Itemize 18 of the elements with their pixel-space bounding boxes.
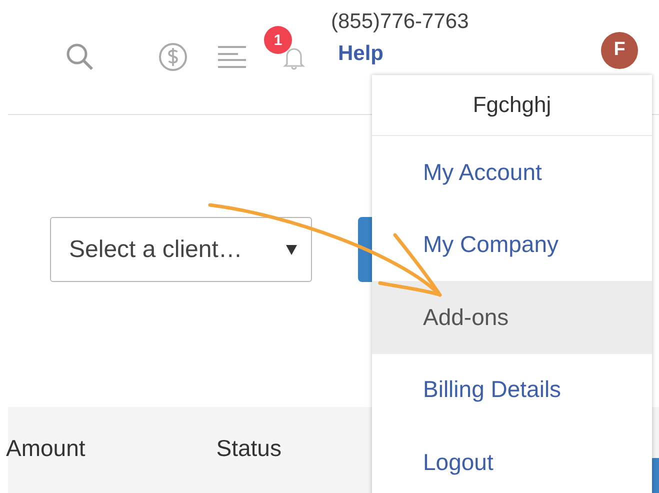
- user-name: Fgchghj: [372, 75, 652, 136]
- menu-item[interactable]: My Company: [372, 208, 652, 281]
- menu-item[interactable]: Billing Details: [372, 354, 652, 426]
- help-link[interactable]: Help: [338, 42, 469, 66]
- dollar-icon[interactable]: [158, 42, 188, 72]
- column-header: Status: [216, 434, 282, 462]
- menu-item[interactable]: Add-ons: [372, 281, 652, 354]
- client-select[interactable]: Select a client…: [50, 217, 312, 282]
- menu-item[interactable]: Logout: [372, 426, 652, 493]
- caret-icon: [286, 244, 297, 254]
- search-icon[interactable]: [65, 42, 95, 72]
- menu-item[interactable]: My Account: [372, 136, 652, 208]
- notification-badge: 1: [264, 26, 292, 54]
- phone-number: (855)776-7763: [331, 10, 469, 34]
- column-header: Amount: [6, 434, 86, 462]
- list-icon[interactable]: [218, 45, 248, 69]
- bell-icon[interactable]: [282, 46, 306, 70]
- user-avatar[interactable]: F: [601, 32, 638, 68]
